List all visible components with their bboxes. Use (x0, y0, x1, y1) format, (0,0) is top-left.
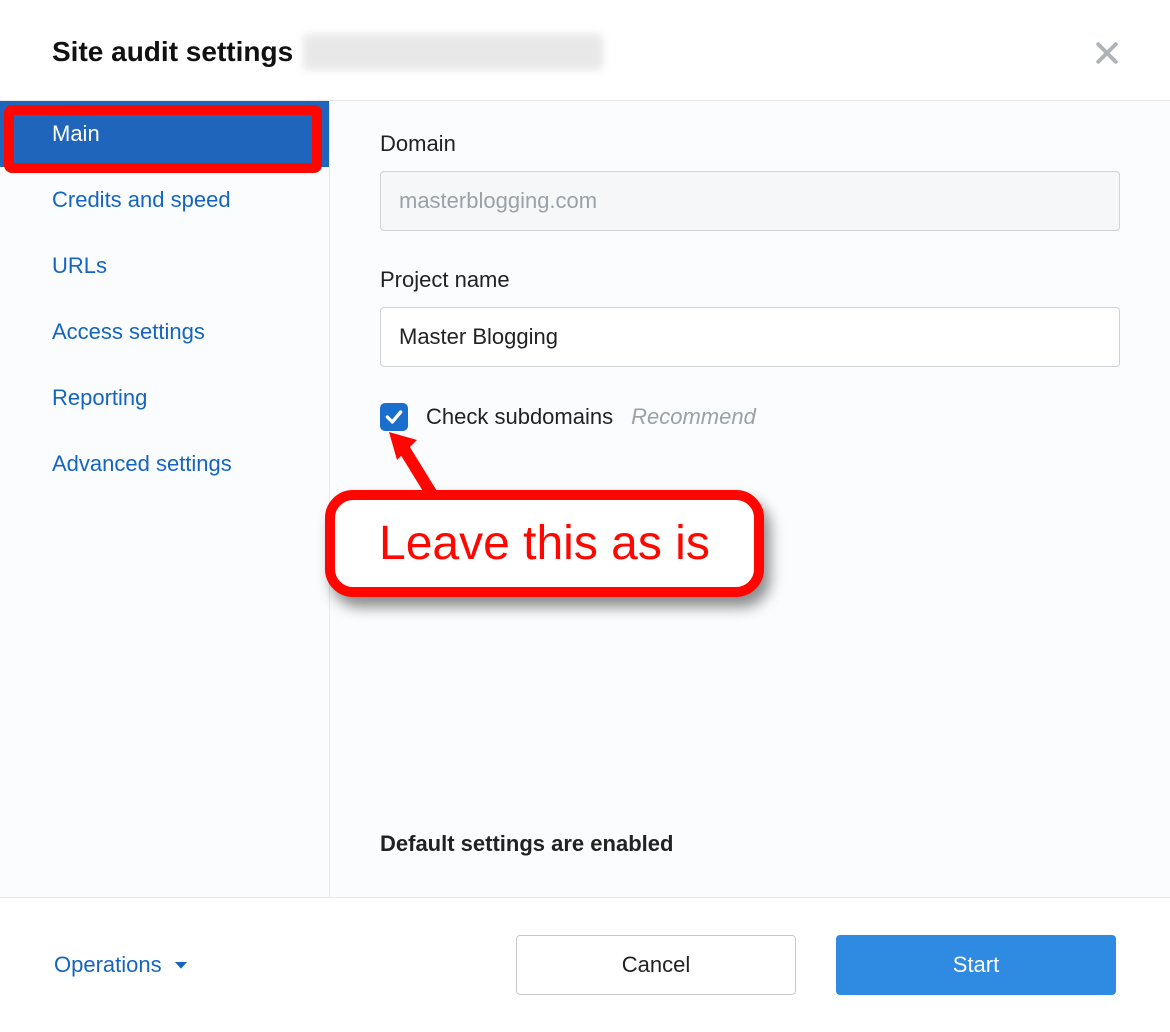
project-name-field-group: Project name (380, 267, 1120, 367)
project-name-label: Project name (380, 267, 1120, 293)
modal-title: Site audit settings (52, 36, 293, 68)
start-button[interactable]: Start (836, 935, 1116, 995)
sidebar-item-urls[interactable]: URLs (0, 233, 329, 299)
settings-sidebar: Main Credits and speed URLs Access setti… (0, 101, 330, 897)
sidebar-item-access-settings[interactable]: Access settings (0, 299, 329, 365)
site-audit-settings-modal: Site audit settings Main Credits and spe… (0, 0, 1170, 1032)
sidebar-item-label: Access settings (52, 319, 205, 344)
annotation-callout-box: Leave this as is (325, 490, 764, 597)
modal-title-redacted (303, 34, 603, 70)
annotation-arrow-icon (383, 426, 453, 496)
default-settings-note: Default settings are enabled (380, 831, 673, 857)
sidebar-item-label: Main (52, 121, 100, 146)
check-subdomains-hint: Recommend (631, 404, 756, 430)
close-icon[interactable] (1092, 38, 1122, 73)
modal-body: Main Credits and speed URLs Access setti… (0, 100, 1170, 897)
check-icon (384, 407, 404, 427)
project-name-input[interactable] (380, 307, 1120, 367)
sidebar-item-label: URLs (52, 253, 107, 278)
operations-dropdown[interactable]: Operations (54, 952, 190, 978)
annotation-callout-text: Leave this as is (379, 517, 710, 570)
domain-input (380, 171, 1120, 231)
chevron-down-icon (172, 956, 190, 974)
modal-footer: Operations Cancel Start (0, 897, 1170, 1032)
start-button-label: Start (953, 952, 999, 978)
sidebar-item-label: Credits and speed (52, 187, 231, 212)
cancel-button[interactable]: Cancel (516, 935, 796, 995)
sidebar-item-credits-speed[interactable]: Credits and speed (0, 167, 329, 233)
sidebar-item-label: Advanced settings (52, 451, 232, 476)
domain-field-group: Domain (380, 131, 1120, 231)
check-subdomains-row: Check subdomains Recommend (380, 403, 1120, 431)
sidebar-item-main[interactable]: Main (0, 101, 329, 167)
sidebar-item-label: Reporting (52, 385, 147, 410)
modal-header: Site audit settings (0, 0, 1170, 100)
domain-label: Domain (380, 131, 1120, 157)
operations-label: Operations (54, 952, 162, 978)
cancel-button-label: Cancel (622, 952, 690, 978)
settings-main-panel: Domain Project name Check subdomains Rec… (330, 101, 1170, 897)
sidebar-item-reporting[interactable]: Reporting (0, 365, 329, 431)
annotation-callout: Leave this as is (325, 446, 764, 597)
check-subdomains-label: Check subdomains (426, 404, 613, 430)
sidebar-item-advanced-settings[interactable]: Advanced settings (0, 431, 329, 497)
